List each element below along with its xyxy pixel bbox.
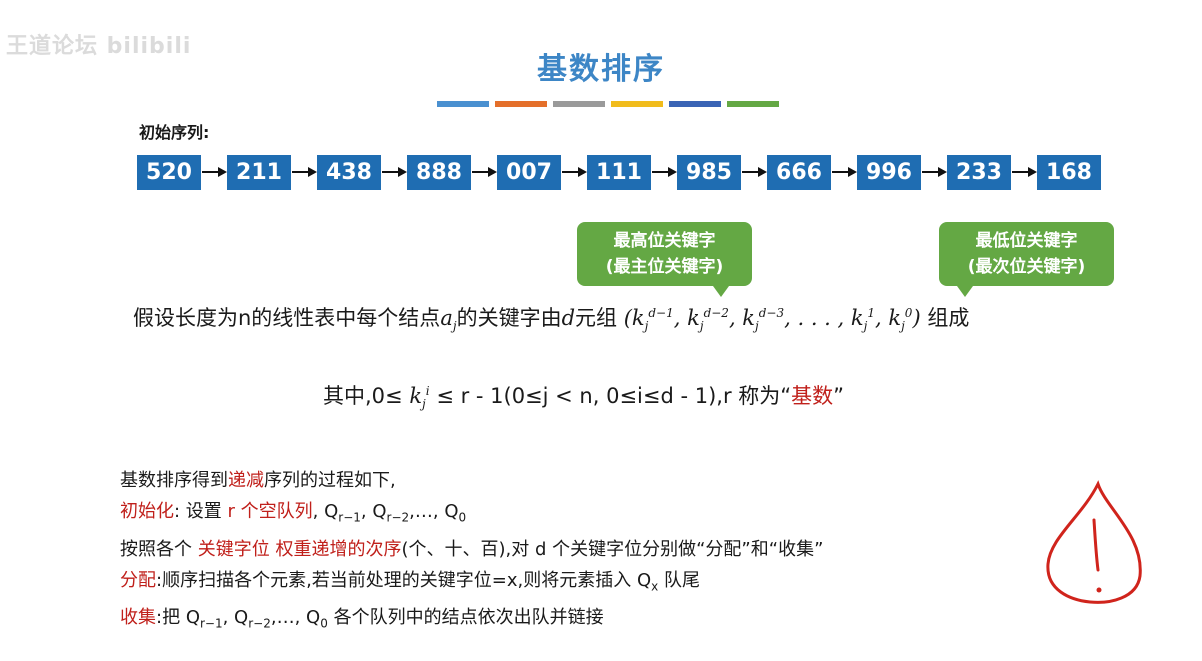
- arrow-right-icon: [1011, 155, 1037, 190]
- distribute-tail: 队尾: [658, 569, 700, 591]
- warning-sign-icon: [1046, 480, 1142, 604]
- definition-suffix: 组成: [927, 306, 970, 330]
- sequence-node: 211: [227, 155, 291, 190]
- queue-list: Qr−1, Qr−2,…, Q0: [324, 501, 467, 525]
- tuple-word: 元组: [575, 306, 618, 330]
- sequence-node: 666: [767, 155, 831, 190]
- radix-keyword: 基数: [791, 384, 834, 408]
- intro-highlight: 递减: [228, 470, 264, 491]
- init-highlight: r 个空队列: [227, 501, 313, 522]
- callout-line: 最高位关键字: [613, 231, 716, 251]
- key-digit-symbol: kji: [402, 384, 430, 412]
- callout-line: 最低位关键字: [975, 231, 1078, 251]
- collect-step: 收集:把 Qr−1, Qr−2,…, Q0 各个队列中的结点依次出队并链接: [120, 602, 823, 640]
- sequence-node: 520: [137, 155, 201, 190]
- color-segment: [437, 101, 489, 107]
- page-title: 基数排序: [537, 52, 665, 87]
- definition-prefix: 假设长度为n的线性表中每个结点: [133, 306, 441, 330]
- sequence-node: 985: [677, 155, 741, 190]
- key-definition: 假设长度为n的线性表中每个结点aj的关键字由d元组 (kjd−1, kjd−2,…: [133, 302, 969, 333]
- color-segment: [669, 101, 721, 107]
- callout-lowest-key: 最低位关键字 (最次位关键字): [939, 222, 1114, 297]
- collect-tail: 各个队列中的结点依次出队并链接: [333, 607, 604, 629]
- color-segment: [611, 101, 663, 107]
- radix-definition: 其中,0≤ kji ≤ r - 1(0≤j < n, 0≤i≤d - 1),r …: [323, 380, 844, 411]
- sequence-node: 438: [317, 155, 381, 190]
- init-tail: ,: [312, 501, 319, 522]
- init-label: 初始化: [120, 501, 174, 522]
- callout-line: (最次位关键字): [967, 257, 1086, 277]
- queue-list: Qr−1, Qr−2,…, Q0: [185, 607, 328, 631]
- process-intro: 基数排序得到递减序列的过程如下,: [120, 465, 823, 496]
- node-symbol: aj: [440, 306, 457, 334]
- arrow-right-icon: [651, 155, 677, 190]
- arrow-right-icon: [831, 155, 857, 190]
- arrow-right-icon: [291, 155, 317, 190]
- order-text-end: (个、十、百),对 d 个关键字位分别做“分配”和“收集”: [401, 538, 824, 560]
- key-tuple: (kjd−1, kjd−2, kjd−3, . . . , kj1, kj0): [623, 306, 921, 334]
- sequence-node: 233: [947, 155, 1011, 190]
- definition-middle: 的关键字由: [456, 306, 562, 330]
- order-step: 按照各个 关键字位 权重递增的次序(个、十、百),对 d 个关键字位分别做“分配…: [120, 534, 823, 565]
- order-text: 按照各个: [120, 538, 192, 560]
- color-segment: [727, 101, 779, 107]
- sequence-node: 168: [1037, 155, 1101, 190]
- order-highlight: 关键字位 权重递增的次序: [197, 538, 402, 560]
- radix-close: ”: [833, 384, 845, 408]
- callout-line: (最主位关键字): [605, 257, 724, 277]
- initial-sequence: 520 211 438 888 007 111 985 666 996 233 …: [137, 155, 1101, 190]
- color-segment: [553, 101, 605, 107]
- distribute-step: 分配:顺序扫描各个元素,若当前处理的关键字位=x,则将元素插入 Qx 队尾: [120, 569, 700, 594]
- intro-text: 基数排序得到: [120, 470, 228, 491]
- sequence-node: 996: [857, 155, 921, 190]
- init-step: 初始化: 设置 r 个空队列, Qr−1, Qr−2,…, Q0: [120, 496, 823, 534]
- radix-prefix: 其中,0≤: [323, 384, 403, 408]
- sequence-node: 888: [407, 155, 471, 190]
- collect-text: :把: [156, 607, 181, 629]
- distribute-label: 分配: [120, 569, 156, 591]
- init-text: : 设置: [174, 501, 222, 522]
- arrow-right-icon: [561, 155, 587, 190]
- distribute-text: :顺序扫描各个元素,若当前处理的关键字位=x,则将元素插入 Q: [156, 569, 652, 591]
- sequence-node: 111: [587, 155, 651, 190]
- intro-text-end: 序列的过程如下,: [264, 470, 396, 491]
- arrow-right-icon: [741, 155, 767, 190]
- sequence-node: 007: [497, 155, 561, 190]
- callout-highest-key: 最高位关键字 (最主位关键字): [577, 222, 752, 297]
- d-symbol: d: [561, 306, 576, 330]
- color-segment: [495, 101, 547, 107]
- title-color-bar: [437, 101, 785, 107]
- process-description: 基数排序得到递减序列的过程如下, 初始化: 设置 r 个空队列, Qr−1, Q…: [120, 465, 823, 640]
- arrow-right-icon: [381, 155, 407, 190]
- arrow-right-icon: [201, 155, 227, 190]
- arrow-right-icon: [921, 155, 947, 190]
- sequence-label: 初始序列:: [139, 123, 210, 142]
- collect-label: 收集: [120, 607, 156, 629]
- arrow-right-icon: [471, 155, 497, 190]
- radix-range: ≤ r - 1(0≤j < n, 0≤i≤d - 1),r 称为“: [436, 384, 792, 408]
